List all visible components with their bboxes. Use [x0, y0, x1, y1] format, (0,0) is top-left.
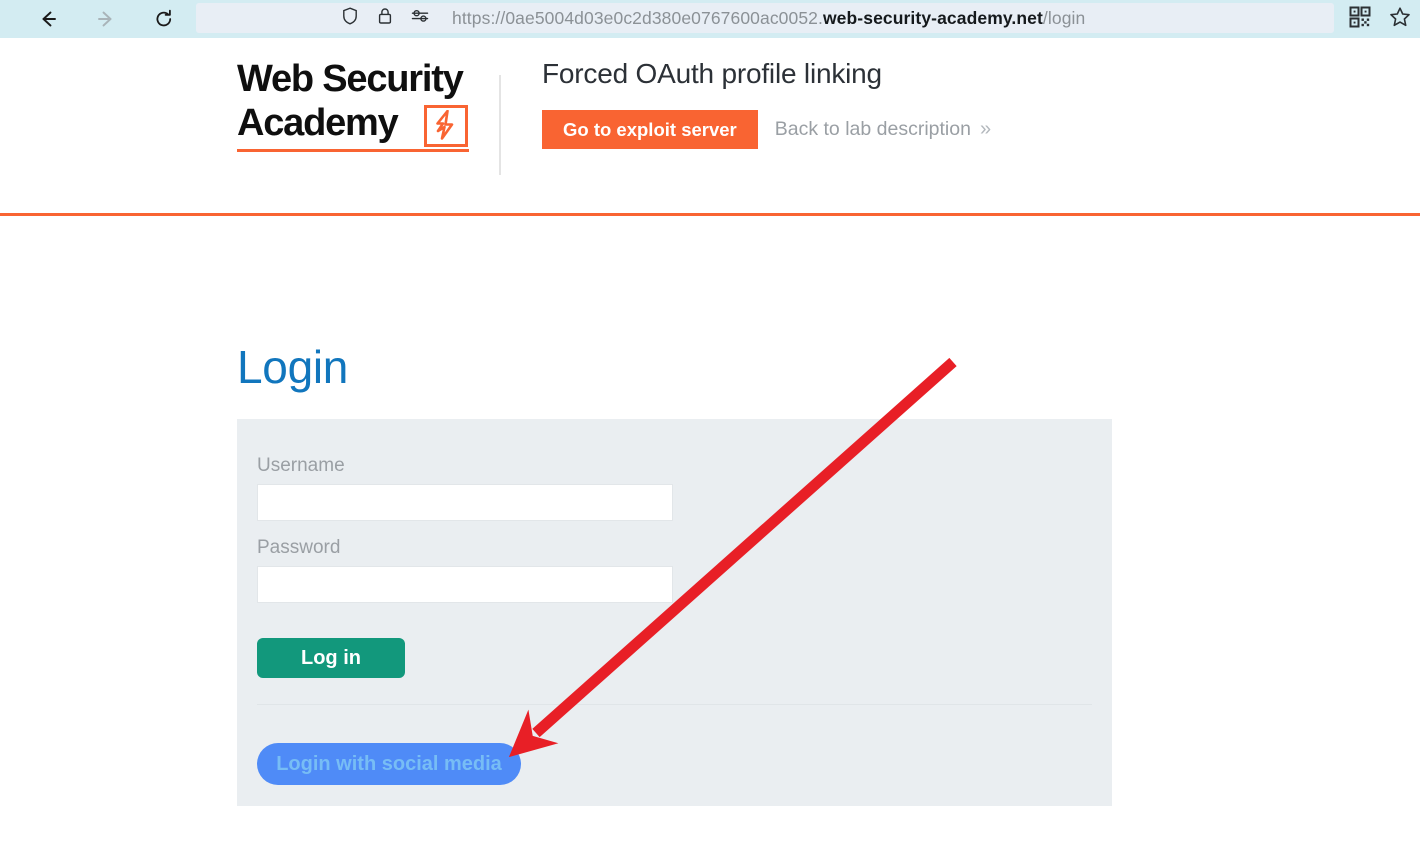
form-divider	[257, 704, 1092, 705]
back-arrow-icon	[37, 8, 59, 30]
address-bar[interactable]: https://0ae5004d03e0c2d380e0767600ac0052…	[196, 3, 1334, 33]
page-content: Login Username Password Log in Login wit…	[0, 216, 1420, 853]
login-with-social-media-button[interactable]: Login with social media	[257, 743, 521, 785]
web-security-academy-logo[interactable]: Web Security Academy	[237, 57, 499, 152]
url-scheme-and-subdomain: https://0ae5004d03e0c2d380e0767600ac0052…	[452, 7, 823, 28]
back-button[interactable]	[30, 4, 66, 34]
logo-underline	[237, 149, 469, 152]
qr-code-icon[interactable]	[1348, 5, 1372, 34]
forward-button[interactable]	[88, 4, 124, 34]
username-label: Username	[257, 455, 345, 476]
forward-arrow-icon	[95, 8, 117, 30]
reload-button[interactable]	[146, 4, 182, 34]
lightning-bolt-icon	[424, 105, 468, 147]
username-input[interactable]	[257, 484, 673, 521]
back-link-label: Back to lab description	[774, 118, 971, 140]
login-form-panel: Username Password Log in Login with soci…	[237, 419, 1112, 806]
password-input[interactable]	[257, 566, 673, 603]
url-path: /login	[1042, 7, 1086, 28]
page-title: Login	[237, 341, 349, 393]
url-host: web-security-academy.net	[822, 7, 1043, 28]
double-chevron-right-icon: »	[979, 118, 991, 140]
lab-title: Forced OAuth profile linking	[542, 58, 882, 89]
back-to-lab-description-link[interactable]: Back to lab description »	[774, 118, 991, 141]
lock-icon[interactable]	[376, 6, 394, 31]
logo-line-1: Web Security	[237, 58, 464, 100]
star-bookmark-icon[interactable]	[1388, 5, 1412, 34]
password-label: Password	[257, 537, 341, 558]
lab-header: Web Security Academy Forced OAuth profil…	[0, 38, 1420, 216]
log-in-button[interactable]: Log in	[257, 638, 405, 678]
url-text[interactable]: https://0ae5004d03e0c2d380e0767600ac0052…	[452, 8, 1085, 29]
permissions-icon[interactable]	[410, 7, 430, 30]
browser-toolbar: https://0ae5004d03e0c2d380e0767600ac0052…	[0, 0, 1420, 38]
shield-icon[interactable]	[340, 6, 360, 31]
go-to-exploit-server-button[interactable]: Go to exploit server	[542, 110, 758, 149]
header-divider	[499, 75, 501, 175]
logo-line-2: Academy	[237, 102, 399, 144]
reload-icon	[153, 8, 175, 30]
